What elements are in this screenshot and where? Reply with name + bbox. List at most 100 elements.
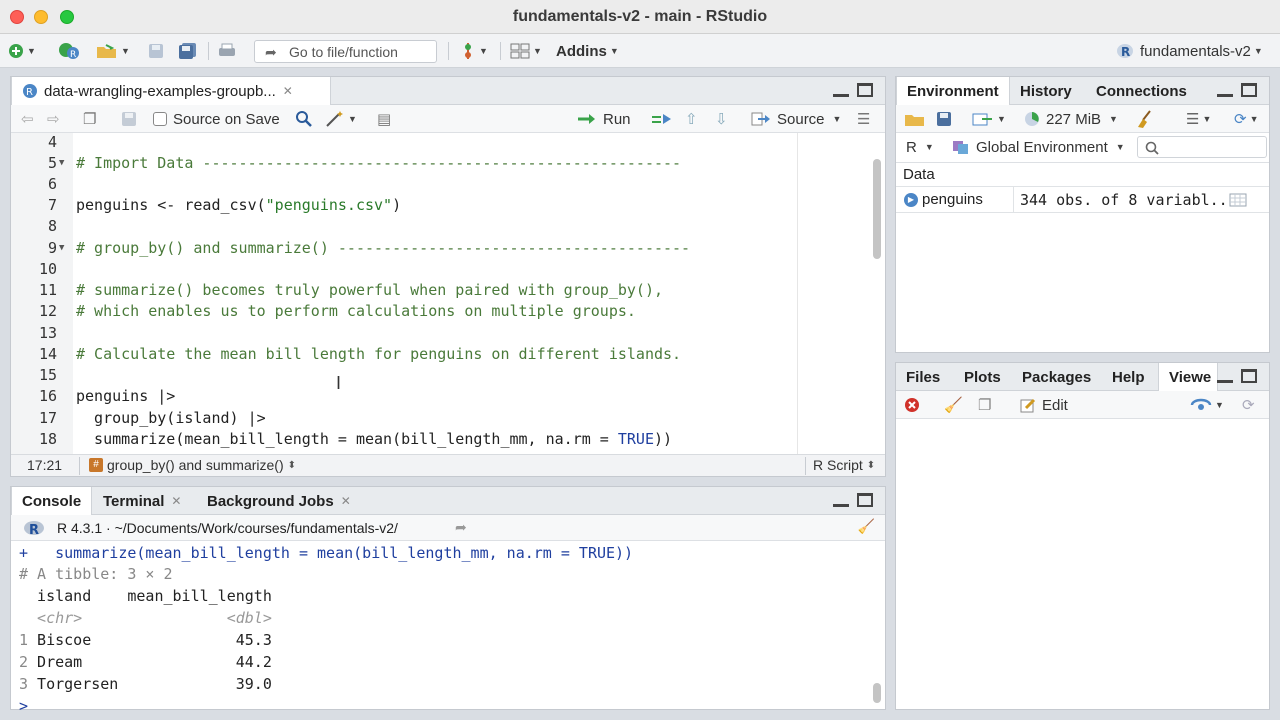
tab-packages[interactable]: Packages [1012,363,1101,391]
code-tools-button[interactable]: ▼ [325,109,357,129]
maximize-pane-button[interactable] [857,83,873,97]
close-tab-icon[interactable]: ✕ [341,494,351,508]
goto-dir-icon[interactable]: ➦ [455,519,467,536]
code-line[interactable]: 4 [11,133,871,153]
back-arrow-icon[interactable]: ⇦ [21,109,34,129]
addins-menu[interactable]: Addins ▼ [556,41,619,61]
save-workspace-button[interactable] [936,109,952,129]
git-button[interactable]: ▼ [460,41,488,61]
tab-script[interactable]: R data-wrangling-examples-groupb... ✕ [11,77,331,105]
fold-arrow-icon[interactable]: ▼ [59,153,64,174]
tab-connections[interactable]: Connections [1086,77,1197,105]
code-line[interactable]: 15 [11,365,871,386]
save-all-button[interactable] [178,41,198,61]
fold-arrow-icon[interactable]: ▼ [59,238,64,259]
prev-section-icon[interactable]: ⇧ [685,109,698,129]
run-button[interactable]: Run [577,109,631,129]
section-jump-menu[interactable]: # group_by() and summarize() ⬍ [89,457,296,473]
goto-file-input[interactable]: ➦ Go to file/function [254,40,437,63]
maximize-pane-button[interactable] [1241,83,1257,97]
tab-background-jobs[interactable]: Background Jobs ✕ [197,487,361,515]
code-line[interactable]: 5 ▼ # Import Data ------------------------… [11,153,871,174]
tab-environment[interactable]: Environment [896,77,1010,105]
table-view-icon[interactable] [1229,193,1247,207]
minimize-pane-button[interactable] [1217,369,1233,383]
tab-viewer[interactable]: Viewe [1158,363,1218,391]
code-line[interactable]: 17 group_by(island) |> [11,408,871,429]
import-dataset-button[interactable]: ▼ [972,109,1006,129]
find-button[interactable] [295,109,313,129]
code-line[interactable]: 7 penguins <- read_csv("penguins.csv") [11,195,871,216]
code-area[interactable]: 4 5 ▼ # Import Data -----------------------… [11,133,885,455]
env-search-input[interactable] [1137,136,1267,158]
console-pane: Console Terminal ✕ Background Jobs ✕ R R 4… [10,486,886,715]
tab-plots[interactable]: Plots [954,363,1011,391]
edit-button[interactable]: Edit [1020,395,1068,415]
goto-placeholder: Go to file/function [289,43,398,60]
code-line[interactable]: 6 [11,174,871,195]
memory-label: 227 MiB [1046,110,1102,128]
files-window-controls [1217,369,1257,383]
clear-workspace-button[interactable] [1136,109,1156,129]
code-line[interactable]: 14 # Calculate the mean bill length for p… [11,344,871,365]
refresh-env-button[interactable]: ⟳ ▼ [1234,109,1259,129]
code-line[interactable]: 10 [11,259,871,280]
tab-files[interactable]: Files [896,363,950,391]
open-file-button[interactable]: ▼ [96,41,130,61]
close-tab-icon[interactable]: ✕ [171,494,181,508]
minimize-pane-button[interactable] [1217,83,1233,97]
show-in-window-icon[interactable]: ❐ [978,395,991,415]
tab-history[interactable]: History [1010,77,1082,105]
code-line[interactable]: 8 [11,216,871,237]
maximize-pane-button[interactable] [857,493,873,507]
code-line[interactable]: 9 ▼ # group_by() and summarize() ---------… [11,238,871,259]
tab-help[interactable]: Help [1102,363,1155,391]
outline-menu-icon[interactable]: ☰ [857,109,870,129]
stop-viewer-button[interactable] [904,395,920,415]
file-type-menu[interactable]: R Script ⬍ [813,457,875,473]
code-line[interactable]: 11 # summarize() becomes truly powerful w… [11,280,871,301]
list-view-menu[interactable]: ☰ ▼ [1186,109,1211,129]
new-file-button[interactable]: ▼ [8,41,36,61]
clear-viewer-icon[interactable]: 🧹 [944,395,963,415]
editor-toolbar: ⇦ ⇨ ❐ Source on Save ▼ ▤ Run ⇧ ⇩ Source ▼ [11,105,885,133]
env-row-penguins[interactable]: ▶ penguins 344 obs. of 8 variabl... [896,187,1269,213]
code-line[interactable]: 13 [11,323,871,344]
show-in-window-icon[interactable]: ❐ [83,109,96,129]
console-scrollbar[interactable] [873,683,881,703]
close-tab-icon[interactable]: ✕ [283,84,293,98]
editor-scrollbar[interactable] [873,159,881,259]
code-line[interactable]: 16 penguins |> [11,386,871,407]
clear-console-icon[interactable]: 🧹 [858,518,875,535]
source-on-save-checkbox[interactable] [153,112,167,126]
tab-terminal[interactable]: Terminal ✕ [93,487,191,515]
forward-arrow-icon[interactable]: ⇨ [47,109,60,129]
save-script-button[interactable] [121,109,137,129]
save-button[interactable] [148,41,164,61]
minimize-pane-button[interactable] [833,493,849,507]
print-button[interactable] [218,41,236,61]
minimize-pane-button[interactable] [833,83,849,97]
plus-circle-icon [9,44,23,58]
source-on-save-toggle[interactable]: Source on Save [153,109,280,129]
new-project-button[interactable]: R [58,41,80,61]
expand-row-icon[interactable]: ▶ [904,193,918,207]
refresh-viewer-icon[interactable]: ⟳ [1242,395,1255,415]
pane-layout-button[interactable]: ▼ [510,41,542,61]
source-button[interactable]: Source ▼ [751,109,841,129]
memory-usage[interactable]: 227 MiB ▼ [1024,109,1118,129]
code-line[interactable]: 18 summarize(mean_bill_length = mean(bil… [11,429,871,450]
env-scope-menu[interactable]: Global Environment ▼ [952,137,1125,157]
folder-open-icon [905,115,924,126]
rerun-button[interactable] [651,109,675,129]
tab-console[interactable]: Console [11,487,93,515]
publish-menu[interactable]: ▼ [1190,395,1224,415]
language-menu[interactable]: R ▼ [906,137,934,157]
outline-toggle-icon[interactable]: ▤ [377,109,391,129]
load-workspace-button[interactable] [904,109,926,129]
project-menu[interactable]: R fundamentals-v2 ▼ [1116,41,1263,61]
code-line[interactable]: 12 # which enables us to perform calculat… [11,301,871,322]
tab-connections-label: Connections [1096,82,1187,100]
next-section-icon[interactable]: ⇩ [715,109,728,129]
maximize-pane-button[interactable] [1241,369,1257,383]
